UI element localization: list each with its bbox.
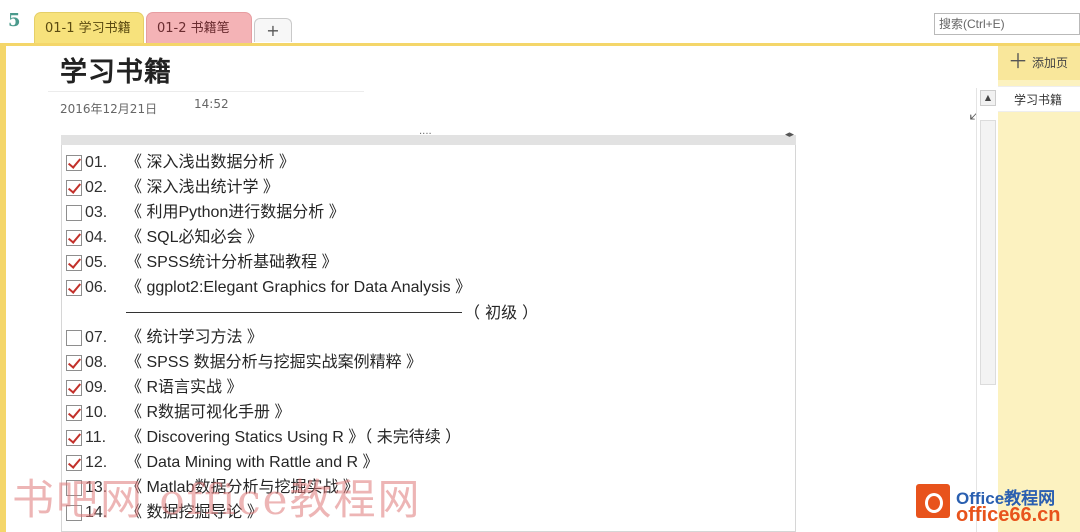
checkbox[interactable] bbox=[66, 155, 82, 171]
tab-label: 01-1 学习书籍 bbox=[45, 21, 131, 36]
search-input[interactable]: 搜索(Ctrl+E) bbox=[934, 13, 1080, 35]
item-number: 09. bbox=[85, 379, 108, 396]
checkbox[interactable] bbox=[66, 255, 82, 271]
item-number: 11. bbox=[85, 429, 107, 446]
list-item: 08. 《 SPSS 数据分析与挖掘实战案例精粹 》 bbox=[64, 350, 804, 375]
watermark: 书吧网 office教程网 bbox=[12, 475, 422, 524]
item-number: 03. bbox=[85, 204, 108, 221]
checkbox[interactable] bbox=[66, 180, 82, 196]
scroll-up-icon[interactable]: ▲ bbox=[980, 90, 996, 106]
book-title[interactable]: 《 SPSS 数据分析与挖掘实战案例精粹 》 bbox=[126, 350, 422, 375]
list-item: 04. 《 SQL必知必会 》 bbox=[64, 225, 804, 250]
item-number: 10. bbox=[85, 404, 108, 421]
page-list-panel bbox=[998, 46, 1080, 532]
list-item: 11. 《 Discovering Statics Using R 》（ 未完待… bbox=[64, 425, 804, 450]
add-page-button[interactable]: ＋ 添加页 bbox=[998, 46, 1080, 80]
list-item: 03. 《 利用Python进行数据分析 》 bbox=[64, 200, 804, 225]
checkbox[interactable] bbox=[66, 380, 82, 396]
back-icon[interactable]: 5 bbox=[8, 10, 28, 32]
item-number: 07. bbox=[85, 329, 108, 346]
add-page-label: 添加页 bbox=[1032, 56, 1069, 70]
container-handle-bar[interactable]: ···· ◂▸ bbox=[61, 129, 796, 145]
list-item: 01. 《 深入浅出数据分析 》 bbox=[64, 150, 804, 175]
title-divider bbox=[48, 91, 364, 92]
level-note: （ 初级 ） bbox=[464, 303, 539, 322]
tab-study-books[interactable]: 01-1 学习书籍 bbox=[34, 12, 144, 44]
page-date: 2016年12月21日 bbox=[60, 102, 158, 116]
book-title[interactable]: 《 R语言实战 》 bbox=[126, 375, 242, 400]
item-number: 02. bbox=[85, 179, 108, 196]
item-number: 01. bbox=[85, 154, 108, 171]
book-title[interactable]: 《 SPSS统计分析基础教程 》 bbox=[126, 250, 338, 275]
checkbox[interactable] bbox=[66, 405, 82, 421]
checkbox[interactable] bbox=[66, 230, 82, 246]
book-title[interactable]: 《 Discovering Statics Using R 》（ 未完待续 ） bbox=[126, 425, 461, 450]
book-title[interactable]: 《 深入浅出统计学 》 bbox=[126, 175, 279, 200]
book-title[interactable]: 《 深入浅出数据分析 》 bbox=[126, 150, 295, 175]
item-number: 08. bbox=[85, 354, 108, 371]
list-item: 10. 《 R数据可视化手册 》 bbox=[64, 400, 804, 425]
book-title[interactable]: 《 ggplot2:Elegant Graphics for Data Anal… bbox=[126, 275, 471, 300]
logo-text-line2: office66.cn bbox=[956, 504, 1061, 526]
item-number: 05. bbox=[85, 254, 108, 271]
list-item: 09. 《 R语言实战 》 bbox=[64, 375, 804, 400]
tab-book-notes[interactable]: 01-2 书籍笔记 bbox=[146, 12, 252, 67]
site-logo: Office教程网 office66.cn bbox=[916, 482, 1080, 532]
drag-handle-icon[interactable]: ···· bbox=[419, 129, 432, 140]
checkbox[interactable] bbox=[66, 330, 82, 346]
book-title[interactable]: 《 R数据可视化手册 》 bbox=[126, 400, 290, 425]
add-section-button[interactable]: + bbox=[254, 18, 292, 42]
book-title[interactable]: 《 利用Python进行数据分析 》 bbox=[126, 200, 345, 225]
list-item-continuation: （ 初级 ） bbox=[64, 300, 804, 325]
item-number: 04. bbox=[85, 229, 108, 246]
list-item: 05. 《 SPSS统计分析基础教程 》 bbox=[64, 250, 804, 275]
checkbox[interactable] bbox=[66, 430, 82, 446]
item-number: 06. bbox=[85, 279, 108, 296]
book-title[interactable]: 《 SQL必知必会 》 bbox=[126, 225, 263, 250]
office-logo-icon bbox=[916, 484, 950, 518]
checkbox[interactable] bbox=[66, 205, 82, 221]
checkbox[interactable] bbox=[66, 355, 82, 371]
plus-icon: ＋ bbox=[1008, 49, 1028, 73]
scrollbar-thumb[interactable] bbox=[980, 120, 996, 385]
checkbox[interactable] bbox=[66, 280, 82, 296]
page-list-item[interactable]: 学习书籍 bbox=[998, 86, 1080, 112]
list-item: 06. 《 ggplot2:Elegant Graphics for Data … bbox=[64, 275, 804, 300]
list-item: 07. 《 统计学习方法 》 bbox=[64, 325, 804, 350]
strike-line bbox=[126, 312, 462, 313]
page-time: 14:52 bbox=[194, 97, 229, 111]
page-title[interactable]: 学习书籍 bbox=[60, 50, 172, 89]
book-title[interactable]: 《 统计学习方法 》 bbox=[126, 325, 263, 350]
tab-strip: 5 01-1 学习书籍 01-2 书籍笔记 + 搜索(Ctrl+E) bbox=[0, 0, 1080, 67]
resize-handle-icon[interactable]: ◂▸ bbox=[785, 130, 794, 140]
list-item: 02. 《 深入浅出统计学 》 bbox=[64, 175, 804, 200]
